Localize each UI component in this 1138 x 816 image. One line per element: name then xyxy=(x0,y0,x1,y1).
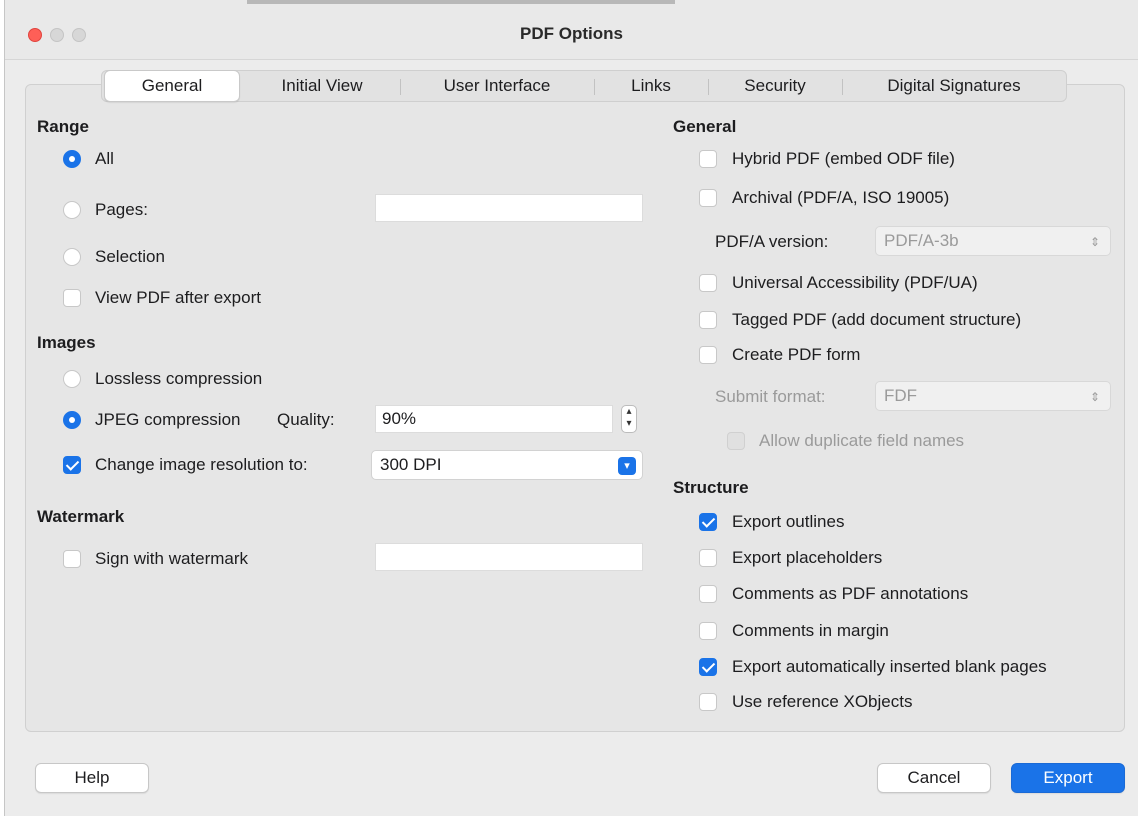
view-pdf-after-export-checkbox[interactable] xyxy=(63,289,81,307)
chevron-down-icon: ▾ xyxy=(618,457,636,475)
comments-pdf-annotations-label: Comments as PDF annotations xyxy=(732,584,969,603)
cancel-button[interactable]: Cancel xyxy=(877,763,991,793)
export-placeholders-label: Export placeholders xyxy=(732,548,883,567)
allow-duplicate-names-label: Allow duplicate field names xyxy=(759,431,965,450)
pdfa-version-select[interactable]: PDF/A-3b ⇕ xyxy=(875,226,1111,256)
reference-xobjects-label: Use reference XObjects xyxy=(732,692,913,711)
jpeg-compression-label: JPEG compression xyxy=(95,410,241,429)
help-button[interactable]: Help xyxy=(35,763,149,793)
resolution-value: 300 DPI xyxy=(380,455,442,474)
quality-input[interactable]: 90% xyxy=(375,405,613,433)
comments-in-margin-label: Comments in margin xyxy=(732,621,889,640)
hybrid-pdf-label: Hybrid PDF (embed ODF file) xyxy=(732,149,955,168)
range-all-label: All xyxy=(95,149,114,168)
chevron-updown-icon: ⇕ xyxy=(1089,390,1101,404)
window-title: PDF Options xyxy=(520,24,623,43)
range-pages-label: Pages: xyxy=(95,200,148,219)
create-pdf-form-label: Create PDF form xyxy=(732,345,861,364)
pdfa-version-value: PDF/A-3b xyxy=(884,231,959,250)
lossless-compression-label: Lossless compression xyxy=(95,369,263,388)
sign-watermark-checkbox[interactable] xyxy=(63,550,81,568)
pdf-options-dialog: PDF Options General Initial View User In… xyxy=(4,0,1138,816)
resolution-select[interactable]: 300 DPI ▾ xyxy=(371,450,643,480)
chevron-updown-icon: ⇕ xyxy=(1089,235,1101,249)
universal-accessibility-label: Universal Accessibility (PDF/UA) xyxy=(732,273,978,292)
structure-heading: Structure xyxy=(673,478,749,497)
view-pdf-after-export-label: View PDF after export xyxy=(95,288,261,307)
universal-accessibility-checkbox[interactable] xyxy=(699,274,717,292)
tagged-pdf-checkbox[interactable] xyxy=(699,311,717,329)
watermark-heading: Watermark xyxy=(37,507,125,526)
tab-separator xyxy=(594,79,595,95)
pages-input[interactable] xyxy=(375,194,643,222)
archival-label: Archival (PDF/A, ISO 19005) xyxy=(732,188,950,207)
tab-initial-view[interactable]: Initial View xyxy=(248,71,396,101)
sign-watermark-label: Sign with watermark xyxy=(95,549,249,568)
images-heading: Images xyxy=(37,333,96,352)
export-button[interactable]: Export xyxy=(1011,763,1125,793)
jpeg-compression-radio[interactable] xyxy=(63,411,81,429)
range-selection-radio[interactable] xyxy=(63,248,81,266)
change-resolution-label: Change image resolution to: xyxy=(95,455,308,474)
comments-in-margin-checkbox[interactable] xyxy=(699,622,717,640)
tab-bar: General Initial View User Interface Link… xyxy=(101,70,1067,102)
range-heading: Range xyxy=(37,117,89,136)
submit-format-select[interactable]: FDF ⇕ xyxy=(875,381,1111,411)
hybrid-pdf-checkbox[interactable] xyxy=(699,150,717,168)
submit-format-value: FDF xyxy=(884,386,918,405)
tagged-pdf-label: Tagged PDF (add document structure) xyxy=(732,310,1022,329)
quality-stepper[interactable]: ▴ ▾ xyxy=(621,405,637,433)
title-bar: PDF Options xyxy=(5,0,1138,60)
change-resolution-checkbox[interactable] xyxy=(63,456,81,474)
comments-pdf-annotations-checkbox[interactable] xyxy=(699,585,717,603)
tab-user-interface[interactable]: User Interface xyxy=(404,71,590,101)
range-pages-radio[interactable] xyxy=(63,201,81,219)
allow-duplicate-names-checkbox[interactable] xyxy=(727,432,745,450)
general-heading: General xyxy=(673,117,737,136)
tab-separator xyxy=(400,79,401,95)
watermark-text-input[interactable] xyxy=(375,543,643,571)
reference-xobjects-checkbox[interactable] xyxy=(699,693,717,711)
export-outlines-label: Export outlines xyxy=(732,512,845,531)
export-outlines-checkbox[interactable] xyxy=(699,513,717,531)
tab-separator xyxy=(842,79,843,95)
submit-format-label: Submit format: xyxy=(715,387,826,406)
top-edge-mark xyxy=(247,0,675,4)
lossless-compression-radio[interactable] xyxy=(63,370,81,388)
range-selection-label: Selection xyxy=(95,247,165,266)
tab-general[interactable]: General xyxy=(104,70,240,102)
export-blank-pages-checkbox[interactable] xyxy=(699,658,717,676)
quality-label: Quality: xyxy=(277,410,335,429)
archival-checkbox[interactable] xyxy=(699,189,717,207)
tab-digital-signatures[interactable]: Digital Signatures xyxy=(846,71,1062,101)
range-all-radio[interactable] xyxy=(63,150,81,168)
export-placeholders-checkbox[interactable] xyxy=(699,549,717,567)
pdfa-version-label: PDF/A version: xyxy=(715,232,829,251)
tab-links[interactable]: Links xyxy=(598,71,704,101)
tab-separator xyxy=(708,79,709,95)
create-pdf-form-checkbox[interactable] xyxy=(699,346,717,364)
tab-security[interactable]: Security xyxy=(712,71,838,101)
export-blank-pages-label: Export automatically inserted blank page… xyxy=(732,657,1047,676)
